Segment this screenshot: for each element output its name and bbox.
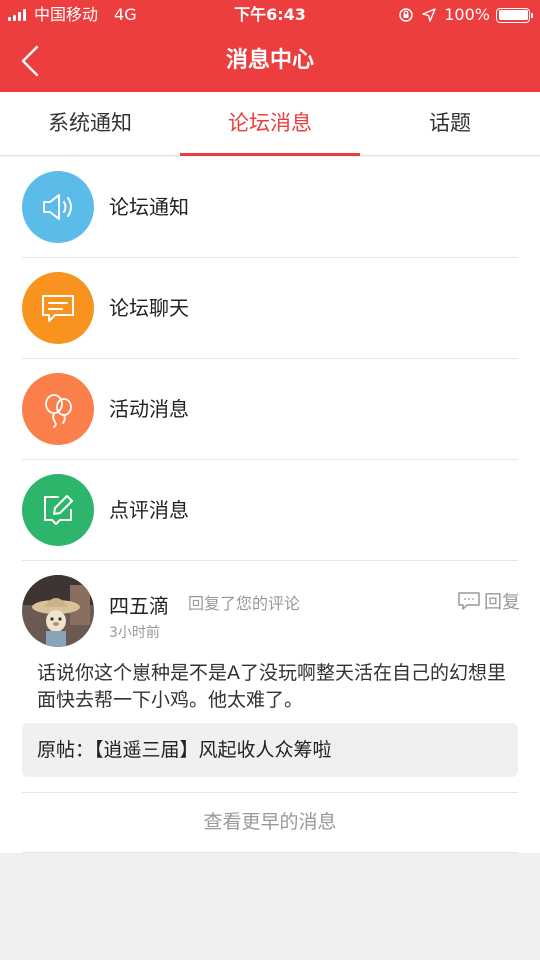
message-action: 回复了您的评论 bbox=[188, 594, 301, 613]
avatar[interactable] bbox=[22, 575, 94, 647]
message-list: 论坛通知 论坛聊天 活动消息 点评消息 四五滴 回复了您的评论 3小时前 回复 … bbox=[0, 157, 540, 853]
category-forum-chat[interactable]: 论坛聊天 bbox=[0, 258, 540, 359]
location-icon bbox=[422, 8, 436, 22]
category-label: 点评消息 bbox=[109, 498, 189, 522]
network-type: 4G bbox=[114, 5, 137, 24]
category-label: 论坛通知 bbox=[109, 195, 189, 219]
signal-icon bbox=[8, 9, 28, 21]
category-review[interactable]: 点评消息 bbox=[0, 460, 540, 561]
battery-icon bbox=[496, 7, 533, 23]
status-bar: 中国移动 4G 下午6:43 100% bbox=[0, 0, 540, 30]
page-title: 消息中心 bbox=[225, 48, 314, 73]
message-timestamp: 3小时前 bbox=[109, 625, 160, 641]
original-post-link[interactable]: 原帖：【逍遥三届】风起收人众筹啦 bbox=[22, 723, 518, 777]
tab-bar: 系统通知 论坛消息 话题 bbox=[0, 92, 540, 156]
divider bbox=[22, 852, 518, 853]
carrier-name: 中国移动 bbox=[34, 5, 99, 24]
balloon-icon bbox=[22, 373, 94, 445]
header: 中国移动 4G 下午6:43 100% 消息中心 bbox=[0, 0, 540, 92]
message-body: 话说你这个崽种是不是A了没玩啊整天活在自己的幻想里面快去帮一下小鸡。他太难了。 bbox=[37, 662, 506, 711]
chevron-left-icon bbox=[21, 45, 39, 77]
category-label: 论坛聊天 bbox=[109, 296, 189, 320]
tab-forum-messages[interactable]: 论坛消息 bbox=[180, 92, 360, 156]
view-earlier-messages-button[interactable]: 查看更早的消息 bbox=[0, 793, 540, 852]
reply-bubble-icon bbox=[458, 592, 480, 610]
category-label: 活动消息 bbox=[109, 397, 189, 421]
speaker-icon bbox=[22, 171, 94, 243]
message-username[interactable]: 四五滴 bbox=[109, 590, 169, 619]
reply-button[interactable]: 回复 bbox=[457, 588, 520, 614]
chat-bubble-icon bbox=[22, 272, 94, 344]
tab-topics[interactable]: 话题 bbox=[360, 92, 540, 155]
reply-label: 回复 bbox=[484, 592, 520, 613]
navigation-bar: 消息中心 bbox=[0, 30, 540, 92]
orientation-lock-icon bbox=[398, 7, 414, 23]
edit-icon bbox=[22, 474, 94, 546]
tab-system-notice[interactable]: 系统通知 bbox=[0, 92, 180, 155]
category-activity[interactable]: 活动消息 bbox=[0, 359, 540, 460]
battery-percent: 100% bbox=[444, 5, 490, 24]
category-forum-notice[interactable]: 论坛通知 bbox=[0, 157, 540, 258]
back-button[interactable] bbox=[12, 43, 48, 79]
message-item[interactable]: 四五滴 回复了您的评论 3小时前 回复 话说你这个崽种是不是A了没玩啊整天活在自… bbox=[0, 561, 540, 793]
